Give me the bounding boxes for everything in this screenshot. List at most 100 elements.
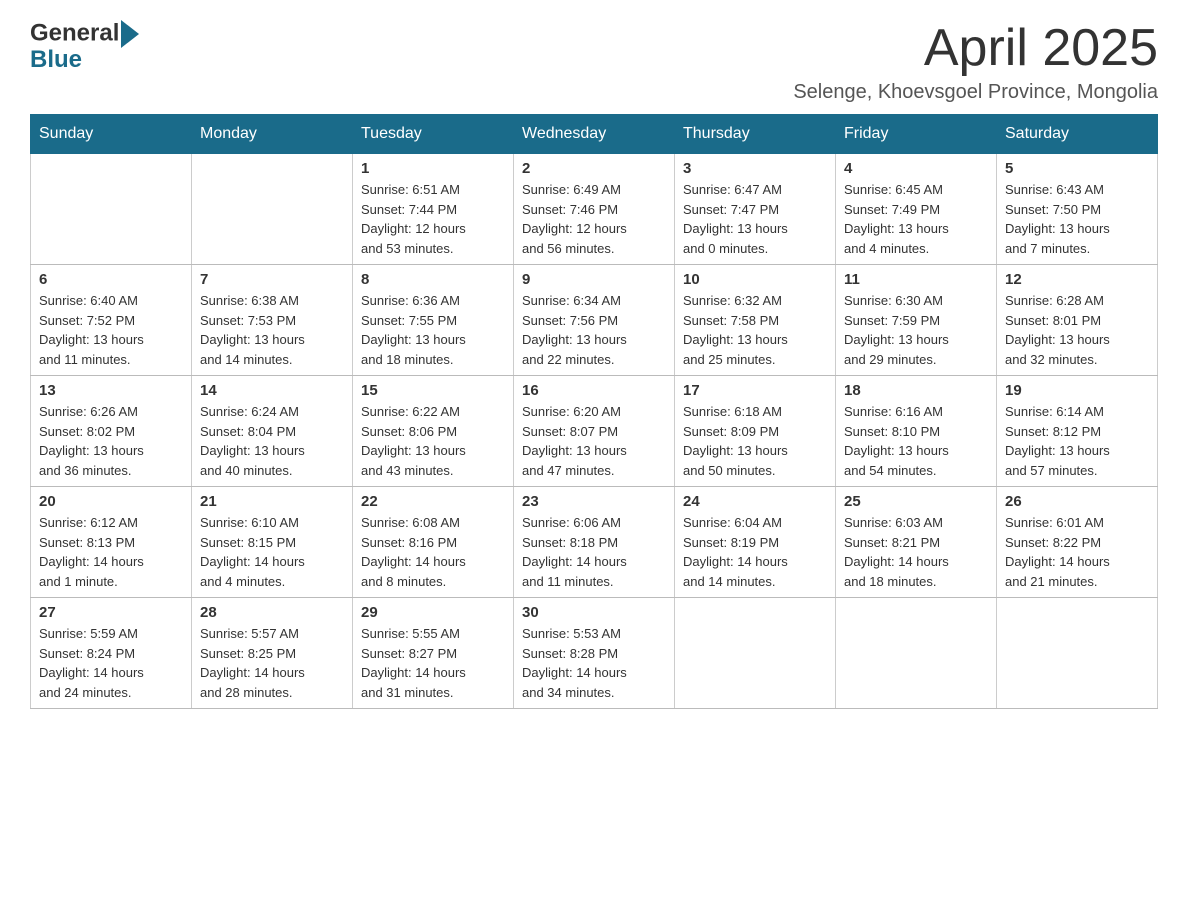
day-info: Sunrise: 5:57 AM Sunset: 8:25 PM Dayligh… [200,624,344,702]
calendar-cell: 15Sunrise: 6:22 AM Sunset: 8:06 PM Dayli… [353,376,514,487]
calendar-cell: 16 Sunrise: 6:20 AM Sunset: 8:07 PM Dayli… [514,376,675,487]
day-number: 16 [522,382,666,399]
day-number: 3 [683,160,827,177]
calendar-cell: 13 Sunrise: 6:26 AM Sunset: 8:02 PM Dayli… [31,376,192,487]
day-info: Sunrise: 6:01 AM Sunset: 8:22 PM Dayligh… [1005,513,1149,591]
day-info: Sunrise: 6:38 AM Sunset: 7:53 PM Dayligh… [200,291,344,369]
calendar-cell: 18 Sunrise: 6:16 AM Sunset: 8:10 PM Dayli… [836,376,997,487]
logo-blue-text: Blue [30,48,139,72]
calendar-cell [997,598,1158,709]
calendar-cell: 19 Sunrise: 6:14 AM Sunset: 8:12 PM Dayli… [997,376,1158,487]
calendar-cell: 1 Sunrise: 6:51 AM Sunset: 7:44 PM Daylig… [353,154,514,265]
day-number: 4 [844,160,988,177]
calendar-header-friday: Friday [836,115,997,154]
calendar-header-monday: Monday [192,115,353,154]
day-info: Sunrise: 6:51 AM Sunset: 7:44 PM Dayligh… [361,180,505,258]
day-number: 30 [522,604,666,621]
calendar-cell: 8 Sunrise: 6:36 AM Sunset: 7:55 PM Daylig… [353,265,514,376]
day-number: 29 [361,604,505,621]
day-number: 13 [39,382,183,399]
month-title: April 2025 [793,20,1158,77]
day-info: Sunrise: 6:36 AM Sunset: 7:55 PM Dayligh… [361,291,505,369]
day-number: 12 [1005,271,1149,288]
calendar-cell: 17 Sunrise: 6:18 AM Sunset: 8:09 PM Dayli… [675,376,836,487]
calendar-cell: 24Sunrise: 6:04 AM Sunset: 8:19 PM Dayli… [675,487,836,598]
day-number: 6 [39,271,183,288]
day-number: 8 [361,271,505,288]
day-number: 18 [844,382,988,399]
logo-arrow-icon [121,20,139,48]
day-info: Sunrise: 6:34 AM Sunset: 7:56 PM Dayligh… [522,291,666,369]
calendar-header-sunday: Sunday [31,115,192,154]
day-info: Sunrise: 5:53 AM Sunset: 8:28 PM Dayligh… [522,624,666,702]
title-block: April 2025 Selenge, Khoevsgoel Province,… [793,20,1158,104]
day-info: Sunrise: 6:40 AM Sunset: 7:52 PM Dayligh… [39,291,183,369]
calendar-header-wednesday: Wednesday [514,115,675,154]
day-number: 10 [683,271,827,288]
calendar-cell [31,154,192,265]
calendar-cell: 2 Sunrise: 6:49 AM Sunset: 7:46 PM Daylig… [514,154,675,265]
calendar-week-row: 27 Sunrise: 5:59 AM Sunset: 8:24 PM Dayli… [31,598,1158,709]
day-number: 1 [361,160,505,177]
day-info: Sunrise: 6:03 AM Sunset: 8:21 PM Dayligh… [844,513,988,591]
calendar-cell: 14Sunrise: 6:24 AM Sunset: 8:04 PM Dayli… [192,376,353,487]
day-info: Sunrise: 6:18 AM Sunset: 8:09 PM Dayligh… [683,402,827,480]
day-info: Sunrise: 6:12 AM Sunset: 8:13 PM Dayligh… [39,513,183,591]
day-info: Sunrise: 6:26 AM Sunset: 8:02 PM Dayligh… [39,402,183,480]
day-info: Sunrise: 6:06 AM Sunset: 8:18 PM Dayligh… [522,513,666,591]
calendar-cell: 27 Sunrise: 5:59 AM Sunset: 8:24 PM Dayli… [31,598,192,709]
day-number: 14 [200,382,344,399]
day-info: Sunrise: 6:08 AM Sunset: 8:16 PM Dayligh… [361,513,505,591]
day-info: Sunrise: 6:47 AM Sunset: 7:47 PM Dayligh… [683,180,827,258]
day-info: Sunrise: 6:20 AM Sunset: 8:07 PM Dayligh… [522,402,666,480]
day-info: Sunrise: 6:49 AM Sunset: 7:46 PM Dayligh… [522,180,666,258]
calendar-cell: 4 Sunrise: 6:45 AM Sunset: 7:49 PM Daylig… [836,154,997,265]
calendar-header-tuesday: Tuesday [353,115,514,154]
calendar-cell: 26Sunrise: 6:01 AM Sunset: 8:22 PM Dayli… [997,487,1158,598]
day-number: 21 [200,493,344,510]
day-number: 28 [200,604,344,621]
calendar-cell: 30 Sunrise: 5:53 AM Sunset: 8:28 PM Dayli… [514,598,675,709]
day-info: Sunrise: 6:32 AM Sunset: 7:58 PM Dayligh… [683,291,827,369]
day-info: Sunrise: 5:59 AM Sunset: 8:24 PM Dayligh… [39,624,183,702]
calendar-header-row: SundayMondayTuesdayWednesdayThursdayFrid… [31,115,1158,154]
day-info: Sunrise: 6:16 AM Sunset: 8:10 PM Dayligh… [844,402,988,480]
day-info: Sunrise: 5:55 AM Sunset: 8:27 PM Dayligh… [361,624,505,702]
day-number: 23 [522,493,666,510]
calendar-week-row: 1 Sunrise: 6:51 AM Sunset: 7:44 PM Daylig… [31,154,1158,265]
day-number: 5 [1005,160,1149,177]
calendar-week-row: 6 Sunrise: 6:40 AM Sunset: 7:52 PM Daylig… [31,265,1158,376]
calendar-cell: 22Sunrise: 6:08 AM Sunset: 8:16 PM Dayli… [353,487,514,598]
calendar-cell: 11 Sunrise: 6:30 AM Sunset: 7:59 PM Dayli… [836,265,997,376]
day-info: Sunrise: 6:10 AM Sunset: 8:15 PM Dayligh… [200,513,344,591]
logo-general: General [30,20,139,48]
calendar-cell: 21 Sunrise: 6:10 AM Sunset: 8:15 PM Dayli… [192,487,353,598]
day-info: Sunrise: 6:30 AM Sunset: 7:59 PM Dayligh… [844,291,988,369]
calendar-cell [675,598,836,709]
day-number: 9 [522,271,666,288]
calendar-cell: 20 Sunrise: 6:12 AM Sunset: 8:13 PM Dayli… [31,487,192,598]
day-number: 17 [683,382,827,399]
calendar-header-saturday: Saturday [997,115,1158,154]
calendar-cell [836,598,997,709]
calendar-week-row: 13 Sunrise: 6:26 AM Sunset: 8:02 PM Dayli… [31,376,1158,487]
day-info: Sunrise: 6:14 AM Sunset: 8:12 PM Dayligh… [1005,402,1149,480]
day-number: 11 [844,271,988,288]
calendar-cell: 29 Sunrise: 5:55 AM Sunset: 8:27 PM Dayli… [353,598,514,709]
day-number: 27 [39,604,183,621]
day-info: Sunrise: 6:04 AM Sunset: 8:19 PM Dayligh… [683,513,827,591]
day-info: Sunrise: 6:45 AM Sunset: 7:49 PM Dayligh… [844,180,988,258]
day-info: Sunrise: 6:28 AM Sunset: 8:01 PM Dayligh… [1005,291,1149,369]
calendar-cell: 3 Sunrise: 6:47 AM Sunset: 7:47 PM Daylig… [675,154,836,265]
day-number: 25 [844,493,988,510]
location: Selenge, Khoevsgoel Province, Mongolia [793,81,1158,104]
calendar-cell: 12 Sunrise: 6:28 AM Sunset: 8:01 PM Dayli… [997,265,1158,376]
calendar-cell: 6 Sunrise: 6:40 AM Sunset: 7:52 PM Daylig… [31,265,192,376]
day-number: 19 [1005,382,1149,399]
day-info: Sunrise: 6:22 AM Sunset: 8:06 PM Dayligh… [361,402,505,480]
day-number: 20 [39,493,183,510]
calendar-cell: 23 Sunrise: 6:06 AM Sunset: 8:18 PM Dayli… [514,487,675,598]
day-number: 2 [522,160,666,177]
calendar-cell: 25 Sunrise: 6:03 AM Sunset: 8:21 PM Dayli… [836,487,997,598]
day-number: 7 [200,271,344,288]
